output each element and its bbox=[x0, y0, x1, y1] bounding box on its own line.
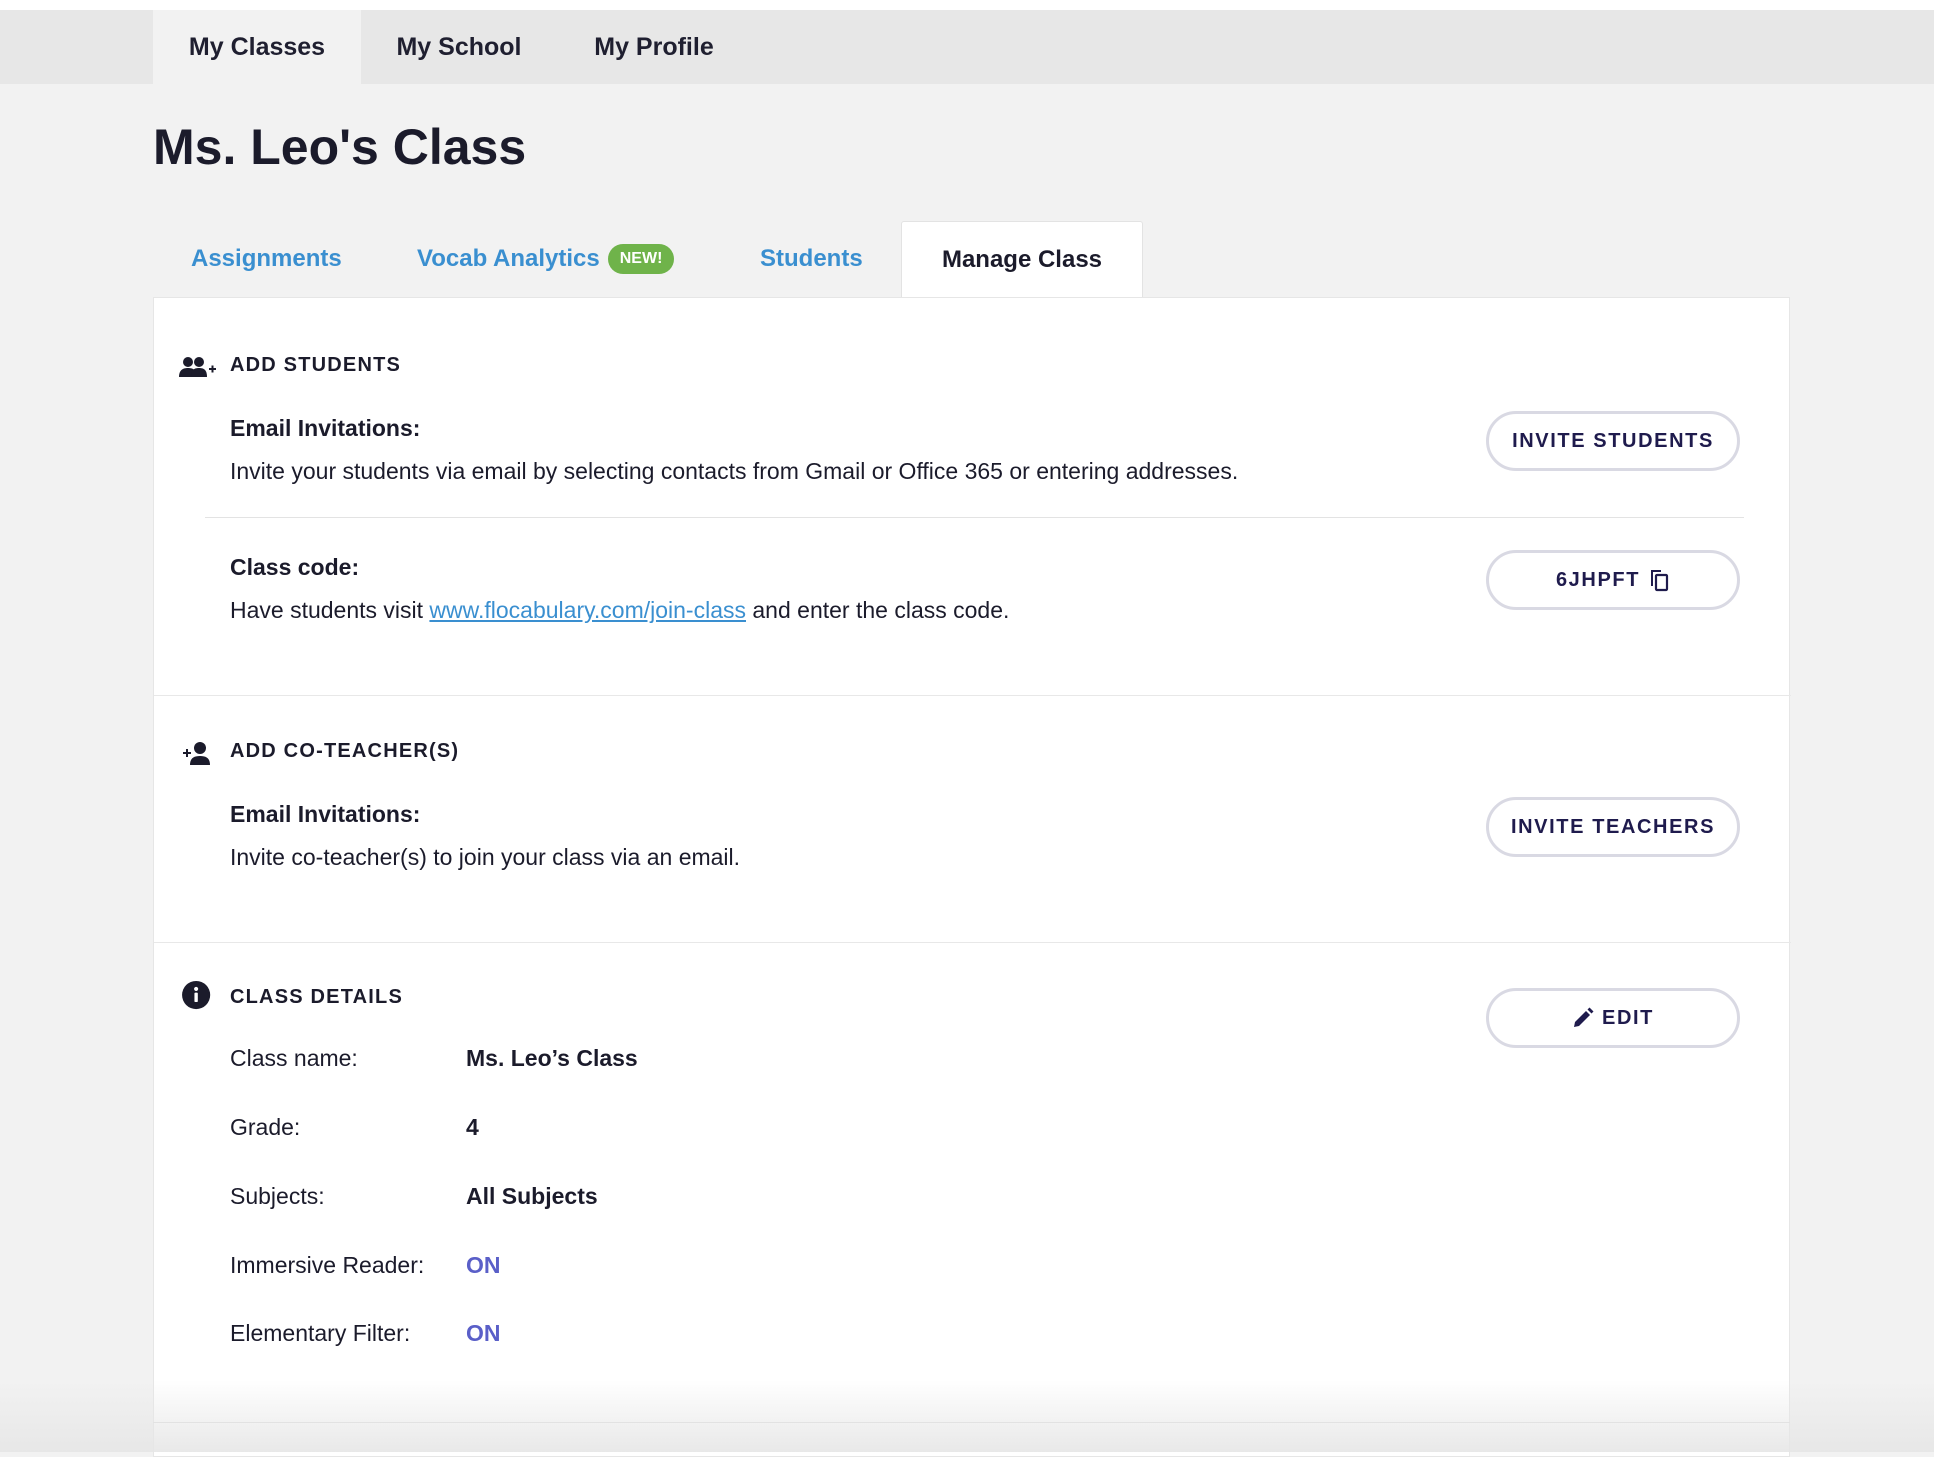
tab-manage-class[interactable]: Manage Class bbox=[901, 221, 1143, 298]
tab-vocab-analytics-label: Vocab Analytics bbox=[417, 245, 600, 272]
class-tabs: Assignments Vocab Analytics NEW! Students… bbox=[153, 221, 1790, 298]
edit-class-button[interactable]: EDIT bbox=[1486, 988, 1740, 1048]
nav-my-school[interactable]: My School bbox=[374, 10, 544, 84]
immersive-reader-label: Immersive Reader: bbox=[230, 1252, 425, 1278]
immersive-reader-value: ON bbox=[466, 1252, 501, 1278]
users-plus-icon bbox=[179, 357, 216, 377]
email-invitations-label: Email Invitations: bbox=[230, 415, 421, 441]
top-navigation: My Classes My School My Profile bbox=[0, 10, 1934, 84]
pencil-icon bbox=[1574, 1007, 1594, 1027]
class-code-label: Class code: bbox=[230, 554, 360, 580]
new-badge: NEW! bbox=[607, 244, 675, 274]
section-divider bbox=[154, 942, 1791, 943]
nav-my-profile[interactable]: My Profile bbox=[574, 10, 734, 84]
join-class-link[interactable]: www.flocabulary.com/join-class bbox=[429, 597, 746, 623]
add-students-heading: ADD STUDENTS bbox=[230, 354, 402, 376]
invite-students-label: INVITE STUDENTS bbox=[1512, 429, 1714, 452]
class-code-value: 6JHPFT bbox=[1555, 568, 1641, 591]
class-code-desc-before: Have students visit bbox=[230, 597, 430, 623]
class-code-desc-after: and enter the class code. bbox=[746, 597, 1010, 623]
elementary-filter-label: Elementary Filter: bbox=[230, 1320, 411, 1346]
class-details-heading: CLASS DETAILS bbox=[230, 986, 404, 1008]
grade-label: Grade: bbox=[230, 1114, 301, 1140]
invite-students-button[interactable]: INVITE STUDENTS bbox=[1486, 411, 1740, 471]
nav-my-classes[interactable]: My Classes bbox=[153, 10, 361, 84]
page-title: Ms. Leo's Class bbox=[153, 119, 527, 175]
copy-icon bbox=[1651, 570, 1669, 592]
grade-value: 4 bbox=[466, 1114, 479, 1140]
subjects-value: All Subjects bbox=[466, 1183, 598, 1209]
elementary-filter-value: ON bbox=[466, 1320, 501, 1346]
class-name-label: Class name: bbox=[230, 1045, 358, 1071]
tab-students[interactable]: Students bbox=[760, 221, 863, 297]
user-plus-icon bbox=[183, 742, 210, 765]
class-name-value: Ms. Leo’s Class bbox=[466, 1045, 638, 1071]
section-divider bbox=[154, 695, 1791, 696]
tab-assignments[interactable]: Assignments bbox=[191, 221, 342, 297]
coteacher-email-description: Invite co-teacher(s) to join your class … bbox=[230, 844, 741, 870]
divider bbox=[205, 517, 1744, 518]
email-invitations-description: Invite your students via email by select… bbox=[230, 458, 1239, 484]
class-code-copy-button[interactable]: 6JHPFT bbox=[1486, 550, 1740, 610]
manage-class-panel: ADD STUDENTS Email Invitations: Invite y… bbox=[153, 297, 1791, 1457]
edit-label: EDIT bbox=[1602, 1006, 1654, 1029]
tab-vocab-analytics[interactable]: Vocab Analytics NEW! bbox=[417, 221, 675, 297]
invite-teachers-button[interactable]: INVITE TEACHERS bbox=[1486, 797, 1740, 857]
subjects-label: Subjects: bbox=[230, 1183, 325, 1209]
panel-bottom-border bbox=[153, 1422, 1790, 1423]
class-code-description: Have students visit www.flocabulary.com/… bbox=[230, 597, 1009, 624]
top-strip bbox=[0, 0, 1934, 10]
coteacher-email-invitations-label: Email Invitations: bbox=[230, 801, 421, 827]
add-coteachers-heading: ADD CO-TEACHER(S) bbox=[230, 740, 460, 762]
info-icon bbox=[182, 980, 211, 1010]
invite-teachers-label: INVITE TEACHERS bbox=[1510, 815, 1716, 838]
